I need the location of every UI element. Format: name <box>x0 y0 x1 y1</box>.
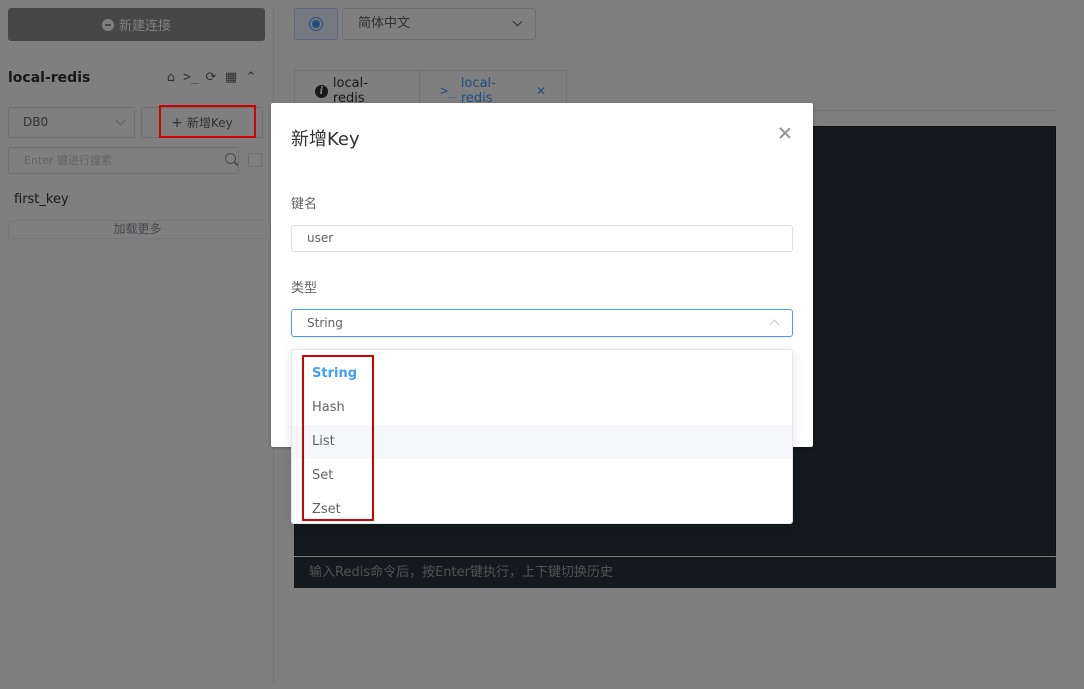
key-name-label: 键名 <box>291 197 318 212</box>
close-icon[interactable] <box>779 127 791 139</box>
key-name-input[interactable]: user <box>291 225 793 252</box>
key-name-value: user <box>307 231 334 245</box>
chevron-up-icon <box>769 319 780 330</box>
annotation-highlight-box <box>302 355 374 521</box>
key-type-select[interactable]: String <box>291 309 793 337</box>
key-type-label: 类型 <box>291 281 318 296</box>
annotation-highlight-box <box>159 105 256 138</box>
dialog-title: 新增Key <box>291 129 360 150</box>
key-type-value: String <box>307 316 343 330</box>
